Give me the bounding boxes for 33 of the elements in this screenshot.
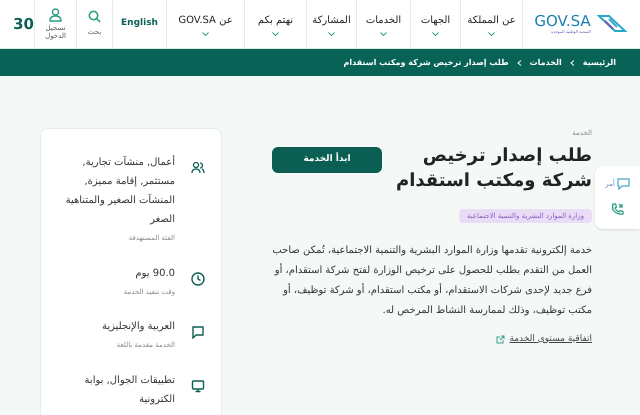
detail-value: 90.0 يوم	[134, 266, 175, 280]
logo-lines-icon	[594, 13, 629, 35]
chat-icon	[616, 178, 630, 190]
language-button[interactable]: English	[112, 0, 166, 48]
clock-icon	[191, 272, 205, 286]
current-page-title: طلب إصدار ترخيص شركة ومكتب استقدام	[344, 56, 509, 68]
service-title: طلب إصدار ترخيص شركة ومكتب استقدام	[395, 144, 592, 192]
logo-name: GOV.SA	[534, 14, 591, 28]
people-icon	[191, 161, 205, 175]
breadcrumb-link[interactable]: الخدمات	[530, 56, 562, 68]
service-level-agreement-link[interactable]: اتفاقية مستوى الخدمة	[496, 332, 592, 346]
nav-menu-item[interactable]: الجهات	[410, 0, 460, 48]
nav-menu-item[interactable]: عن GOV.SA	[166, 0, 244, 48]
detail-value: أعمال, منشآت تجارية, مستثمر, إقامة مميزة, المنشآت الصغير والمتناهية الصغر	[64, 154, 175, 227]
nav-menu-item[interactable]: الخدمات	[356, 0, 410, 48]
detail-value: العربية والإنجليزية	[102, 320, 175, 334]
external-link-icon	[496, 334, 506, 344]
chevron-left-icon	[516, 60, 522, 66]
search-icon	[88, 10, 101, 24]
phone-icon	[610, 202, 625, 217]
nav-menu-item[interactable]: المشاركة	[306, 0, 356, 48]
monitor-icon	[191, 378, 205, 392]
service-description: خدمة إلكترونية تقدمها وزارة الموارد البشرية والتنمية الاجتماعية، تُمكن صاحب العمل من التقدم بطلب للحصول على ترخيص الوزارة لفتح شركة استقدام، أو فرع جديد لإحدى شركات الاستقدام، أو مكتب استقدام، أو شركة توظيف، أو مكتب توظيف، وذلك لممارسة النشاط المرخص له.	[272, 244, 592, 318]
nav-menu-item[interactable]: نهتم بكم	[244, 0, 306, 48]
breadcrumb-link[interactable]: الرئيسية	[582, 56, 616, 68]
start-service-button[interactable]: ابدأ الخدمة	[272, 146, 382, 172]
detail-value: تطبيقات الجوال, بوابة الكترونية	[84, 374, 175, 406]
vision-logo[interactable]: 30	[1, 0, 34, 48]
user-icon	[49, 8, 62, 22]
nav-menu-item[interactable]: عن المملكة	[460, 0, 522, 48]
chat-bubble-icon	[191, 325, 205, 339]
phone-button[interactable]	[610, 202, 625, 217]
chevron-left-icon	[570, 60, 575, 66]
